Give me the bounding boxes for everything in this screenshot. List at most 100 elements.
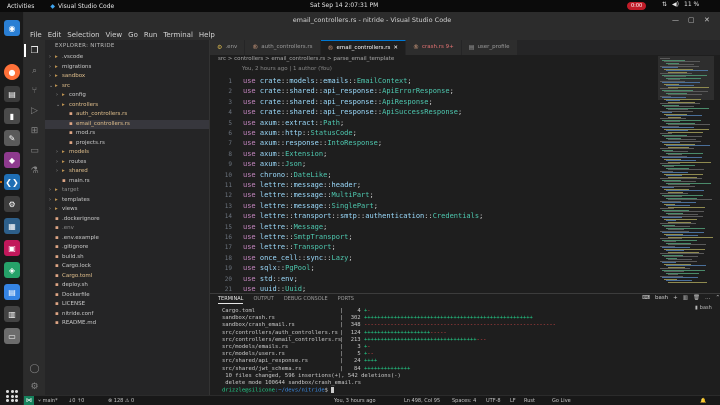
remote-explorer-icon[interactable]: ▭ [28, 144, 41, 157]
menu-view[interactable]: View [106, 31, 123, 39]
clock[interactable]: Sat Sep 14 2:07:31 PM [310, 2, 378, 9]
panel-tab-debug-console[interactable]: DEBUG CONSOLE [284, 296, 328, 304]
tree-folder[interactable]: › ▸ migrations [45, 63, 209, 73]
tree-file[interactable]: ▪ auth_controllers.rs [45, 110, 209, 120]
tab-user-profile[interactable]: ▤ user_profile [461, 40, 518, 55]
branch-indicator[interactable]: ⑂ main* [38, 398, 58, 404]
screen-record-indicator[interactable]: 0:00 [627, 2, 647, 10]
calculator-icon[interactable]: ▤ [4, 284, 20, 300]
tree-folder[interactable]: › ▸ .vscode [45, 53, 209, 63]
tree-file[interactable]: ▪ Dockerfile [45, 291, 209, 301]
menu-edit[interactable]: Edit [48, 31, 62, 39]
tab-crash[interactable]: ® crash.rs 9+ [406, 40, 462, 55]
show-apps-icon[interactable] [5, 389, 19, 403]
app-menu[interactable]: ◆ Visual Studio Code [50, 3, 114, 10]
screenshot-icon[interactable]: ▣ [4, 240, 20, 256]
source-control-icon[interactable]: ⑂ [28, 84, 41, 97]
terminal-icon[interactable]: ▮ [4, 108, 20, 124]
more-actions-icon[interactable]: … [705, 295, 711, 301]
tab-email-controllers[interactable]: ® email_controllers.rs ✕ [320, 40, 407, 56]
tab-auth-controllers[interactable]: ® auth_controllers.rs [245, 40, 321, 55]
menu-help[interactable]: Help [199, 31, 215, 39]
tree-folder[interactable]: › ▸ templates [45, 196, 209, 206]
tree-file[interactable]: ▪ Cargo.toml [45, 272, 209, 282]
terminal-instance[interactable]: ▮ bash [695, 304, 717, 311]
tree-file[interactable]: ▪ projects.rs [45, 139, 209, 149]
menu-file[interactable]: File [30, 31, 42, 39]
text-editor-icon[interactable]: ✎ [4, 130, 20, 146]
language-mode[interactable]: Rust [524, 398, 535, 404]
minimap[interactable] [658, 56, 714, 293]
menu-terminal[interactable]: Terminal [163, 31, 193, 39]
maximize-icon[interactable]: ▢ [688, 16, 695, 24]
breadcrumb[interactable]: src > controllers > email_controllers.rs… [218, 56, 394, 65]
trash-icon[interactable]: ▥ [4, 306, 20, 322]
chrome-icon[interactable]: ◉ [4, 20, 20, 36]
tree-folder[interactable]: › ▸ sandbox [45, 72, 209, 82]
window-title-bar[interactable]: email_controllers.rs - nitride - Visual … [24, 12, 720, 29]
tree-file[interactable]: ▪ .env.example [45, 234, 209, 244]
search-icon[interactable]: ⌕ [28, 64, 41, 77]
tree-file[interactable]: ▪ .env [45, 224, 209, 234]
minimize-icon[interactable]: — [672, 16, 679, 24]
testing-icon[interactable]: ⚗ [28, 164, 41, 177]
firefox-icon[interactable]: ● [4, 64, 20, 80]
vscode-icon[interactable]: ❮❯ [0, 174, 20, 190]
tree-folder[interactable]: › ▸ config [45, 91, 209, 101]
panel-tab-ports[interactable]: PORTS [338, 296, 354, 304]
tree-folder[interactable]: › ▸ target [45, 186, 209, 196]
account-icon[interactable]: ◯ [28, 362, 41, 375]
run-debug-icon[interactable]: ▷ [28, 104, 41, 117]
tree-folder[interactable]: › ▸ routes [45, 158, 209, 168]
split-terminal-icon[interactable]: ▥ [683, 295, 688, 301]
postman-icon[interactable]: ◆ [4, 152, 20, 168]
tree-file[interactable]: ▪ deploy.sh [45, 281, 209, 291]
go-live-button[interactable]: Go Live [552, 398, 571, 404]
close-icon[interactable]: ✕ [704, 16, 710, 24]
tree-folder[interactable]: ⌄ ▸ controllers [45, 101, 209, 111]
menu-go[interactable]: Go [128, 31, 138, 39]
menu-run[interactable]: Run [144, 31, 157, 39]
system-tray[interactable]: ⇅ ◀) 11 % [662, 1, 699, 8]
encoding[interactable]: UTF-8 [486, 398, 501, 404]
tab-env[interactable]: ⚙ .env [210, 40, 246, 55]
drive-icon[interactable]: ▭ [4, 328, 20, 344]
files-icon[interactable]: ▤ [4, 86, 20, 102]
activities-button[interactable]: Activities [7, 3, 34, 10]
tree-file[interactable]: ▪ .dockerignore [45, 215, 209, 225]
tree-file[interactable]: ▪ README.md [45, 319, 209, 329]
kill-terminal-icon[interactable]: 🗑 [693, 295, 700, 301]
tree-folder[interactable]: ⌄ ▸ src [45, 82, 209, 92]
tree-file[interactable]: ▪ main.rs [45, 177, 209, 187]
sync-indicator[interactable]: ↓0 ↑0 [68, 398, 84, 404]
tree-file[interactable]: ▪ Cargo.lock [45, 262, 209, 272]
explorer-icon[interactable]: ❐ [24, 44, 41, 57]
blame-annotation[interactable]: You, 2 hours ago | 1 author (You) [242, 66, 332, 74]
tree-file[interactable]: ▪ email_controllers.rs [45, 119, 209, 129]
tree-file[interactable]: ▪ mod.rs [45, 129, 209, 139]
notifications-icon[interactable]: 🔔 [700, 398, 706, 404]
tree-file[interactable]: ▪ .gitignore [45, 243, 209, 253]
tree-file[interactable]: ▪ nitride.conf [45, 310, 209, 320]
software-icon[interactable]: ◈ [4, 262, 20, 278]
database-icon[interactable]: ▦ [4, 218, 20, 234]
extensions-icon[interactable]: ⊞ [28, 124, 41, 137]
manage-gear-icon[interactable]: ⚙ [28, 380, 41, 393]
close-tab-icon[interactable]: ✕ [393, 41, 398, 56]
tree-folder[interactable]: › ▸ shared [45, 167, 209, 177]
code-editor[interactable]: You, 2 hours ago | 1 author (You) 1 use c… [210, 66, 650, 293]
tree-file[interactable]: ▪ LICENSE [45, 300, 209, 310]
settings-icon[interactable]: ⚙ [4, 196, 20, 212]
tree-file[interactable]: ▪ build.sh [45, 253, 209, 263]
tree-folder[interactable]: › ▸ views [45, 205, 209, 215]
menu-selection[interactable]: Selection [67, 31, 99, 39]
shell-name[interactable]: bash [655, 295, 668, 301]
problems-indicator[interactable]: ⊗ 128 ⚠ 0 [108, 398, 134, 404]
new-terminal-icon[interactable]: + [673, 295, 678, 301]
remote-indicator-icon[interactable]: ⋈ [24, 396, 34, 405]
cursor-position[interactable]: Ln 498, Col 95 [404, 398, 440, 404]
eol[interactable]: LF [510, 398, 516, 404]
maximize-panel-icon[interactable]: ⌃ [715, 295, 720, 301]
tree-folder[interactable]: › ▸ models [45, 148, 209, 158]
panel-tab-terminal[interactable]: TERMINAL [218, 296, 244, 304]
